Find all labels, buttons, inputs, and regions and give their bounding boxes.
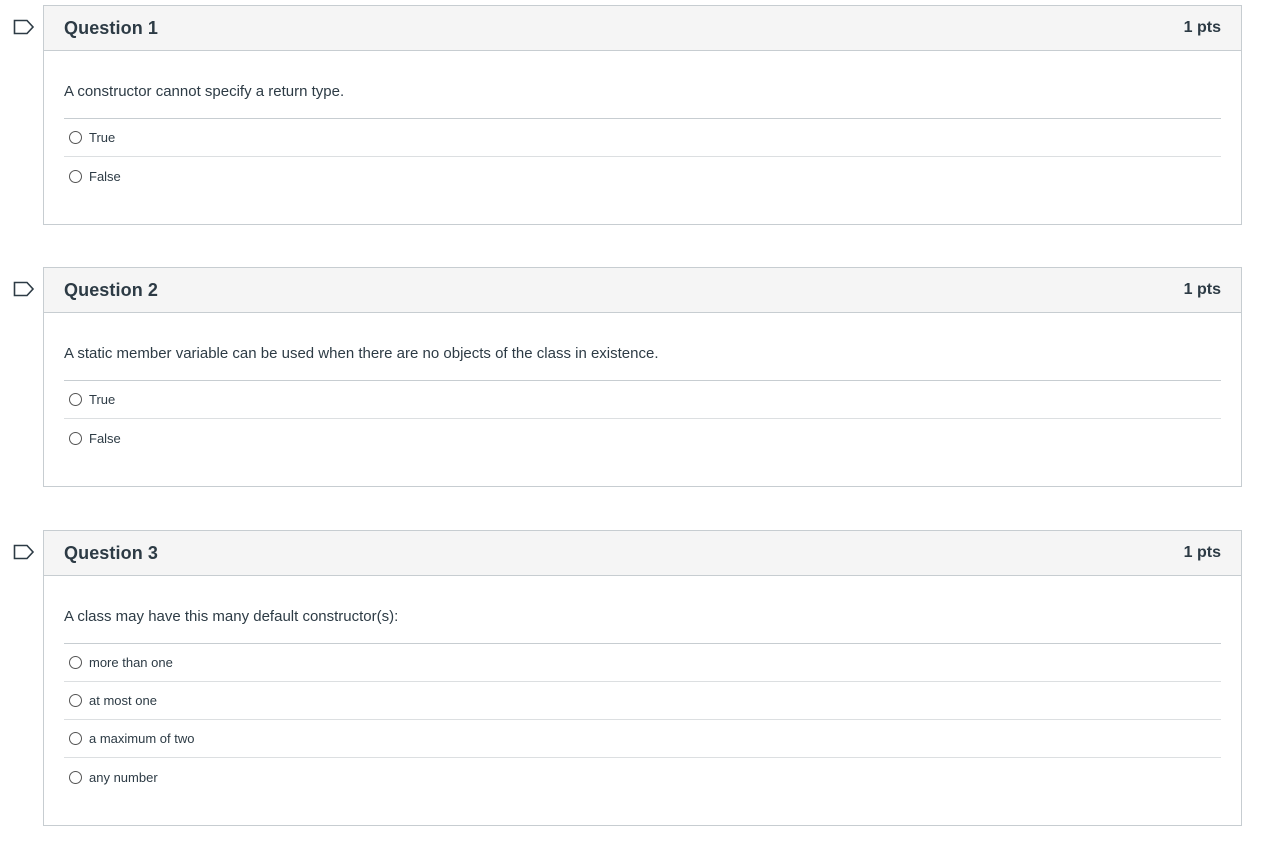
question-header: Question 3 1 pts: [44, 531, 1241, 576]
answer-option-false[interactable]: False: [64, 157, 1221, 195]
answer-label: at most one: [89, 693, 157, 708]
answer-label: True: [89, 392, 116, 407]
radio-unchecked-icon[interactable]: [69, 169, 82, 183]
question-points: 1 pts: [1183, 281, 1221, 298]
radio-unchecked-icon[interactable]: [69, 694, 82, 707]
question-body: A static member variable can be used whe…: [44, 313, 1241, 457]
answer-option-true[interactable]: True: [64, 119, 1221, 157]
radio-unchecked-icon[interactable]: [69, 732, 82, 745]
bookmark-flag-icon[interactable]: [13, 544, 35, 560]
question-text: A class may have this many default const…: [64, 608, 399, 625]
question-text: A constructor cannot specify a return ty…: [64, 83, 345, 100]
answer-list: True False: [64, 380, 1221, 457]
answer-option-maximum-of-two[interactable]: a maximum of two: [64, 720, 1221, 758]
question-2: Question 2 1 pts A static member variabl…: [13, 267, 1242, 487]
radio-unchecked-icon[interactable]: [69, 431, 82, 445]
question-text: A static member variable can be used whe…: [64, 345, 659, 362]
question-3: Question 3 1 pts A class may have this m…: [13, 530, 1242, 826]
radio-unchecked-icon[interactable]: [69, 393, 82, 406]
quiz-page: Question 1 1 pts A constructor cannot sp…: [0, 0, 1273, 845]
answer-label: True: [89, 130, 116, 145]
question-points: 1 pts: [1183, 544, 1221, 561]
answer-label: any number: [89, 769, 158, 785]
question-title: Question 1: [64, 17, 159, 38]
answer-option-at-most-one[interactable]: at most one: [64, 682, 1221, 720]
question-title: Question 2: [64, 279, 159, 300]
bookmark-flag-icon[interactable]: [13, 281, 35, 297]
question-body: A class may have this many default const…: [44, 576, 1241, 796]
answer-list: True False: [64, 118, 1221, 195]
answer-option-false[interactable]: False: [64, 419, 1221, 457]
question-header: Question 2 1 pts: [44, 268, 1241, 313]
answer-option-any-number[interactable]: any number: [64, 758, 1221, 796]
question-1: Question 1 1 pts A constructor cannot sp…: [13, 5, 1242, 225]
answer-label: more than one: [89, 655, 173, 670]
answer-label: a maximum of two: [89, 731, 195, 746]
answer-label: False: [89, 168, 121, 184]
question-body: A constructor cannot specify a return ty…: [44, 51, 1241, 195]
question-title: Question 3: [64, 542, 159, 563]
question-points: 1 pts: [1183, 19, 1221, 36]
answer-list: more than one at most one a maximum of t…: [64, 643, 1221, 796]
question-header: Question 1 1 pts: [44, 6, 1241, 51]
answer-option-more-than-one[interactable]: more than one: [64, 644, 1221, 682]
radio-unchecked-icon[interactable]: [69, 656, 82, 669]
answer-label: False: [89, 430, 121, 446]
radio-unchecked-icon[interactable]: [69, 131, 82, 144]
radio-unchecked-icon[interactable]: [69, 770, 82, 784]
answer-option-true[interactable]: True: [64, 381, 1221, 419]
bookmark-flag-icon[interactable]: [13, 19, 35, 35]
